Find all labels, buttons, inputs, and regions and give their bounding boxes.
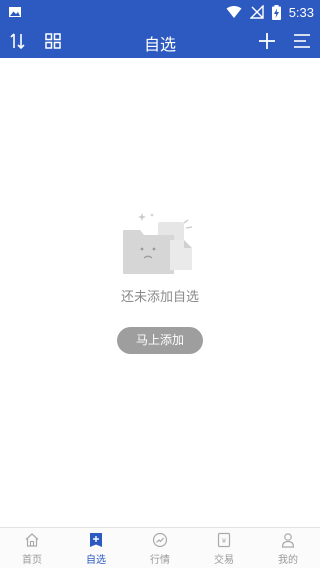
home-icon bbox=[25, 533, 39, 547]
battery-charging-icon bbox=[271, 4, 281, 20]
tab-me[interactable]: 我的 bbox=[256, 528, 320, 568]
tab-market[interactable]: 行情 bbox=[128, 528, 192, 568]
wifi-icon bbox=[226, 6, 242, 18]
trend-circle-icon bbox=[152, 532, 168, 548]
add-icon[interactable] bbox=[256, 30, 278, 52]
tab-label: 我的 bbox=[278, 555, 298, 566]
add-square-icon bbox=[90, 533, 102, 547]
yen-card-icon: ¥ bbox=[217, 532, 231, 548]
empty-message: 还未添加自选 bbox=[120, 290, 199, 305]
tab-home[interactable]: 首页 bbox=[0, 528, 64, 568]
user-icon bbox=[281, 533, 295, 548]
add-now-button[interactable]: 马上添加 bbox=[117, 327, 203, 354]
clock: 5:33 bbox=[288, 4, 314, 20]
status-bar: 5:33 bbox=[0, 0, 320, 24]
menu-icon[interactable] bbox=[291, 30, 313, 52]
tab-label: 自选 bbox=[86, 555, 106, 566]
empty-folder-icon bbox=[123, 213, 193, 274]
tab-bar: 首页 自选 行情 ¥ 交易 我的 bbox=[0, 527, 320, 568]
nav-bar: 自选 bbox=[0, 24, 320, 58]
no-signal-icon bbox=[249, 5, 264, 19]
tab-watchlist[interactable]: 自选 bbox=[64, 528, 128, 568]
svg-text:¥: ¥ bbox=[222, 537, 227, 545]
tab-label: 交易 bbox=[214, 555, 234, 566]
tab-label: 行情 bbox=[150, 555, 170, 566]
tab-label: 首页 bbox=[22, 555, 42, 566]
tab-trade[interactable]: ¥ 交易 bbox=[192, 528, 256, 568]
image-icon bbox=[9, 7, 21, 17]
